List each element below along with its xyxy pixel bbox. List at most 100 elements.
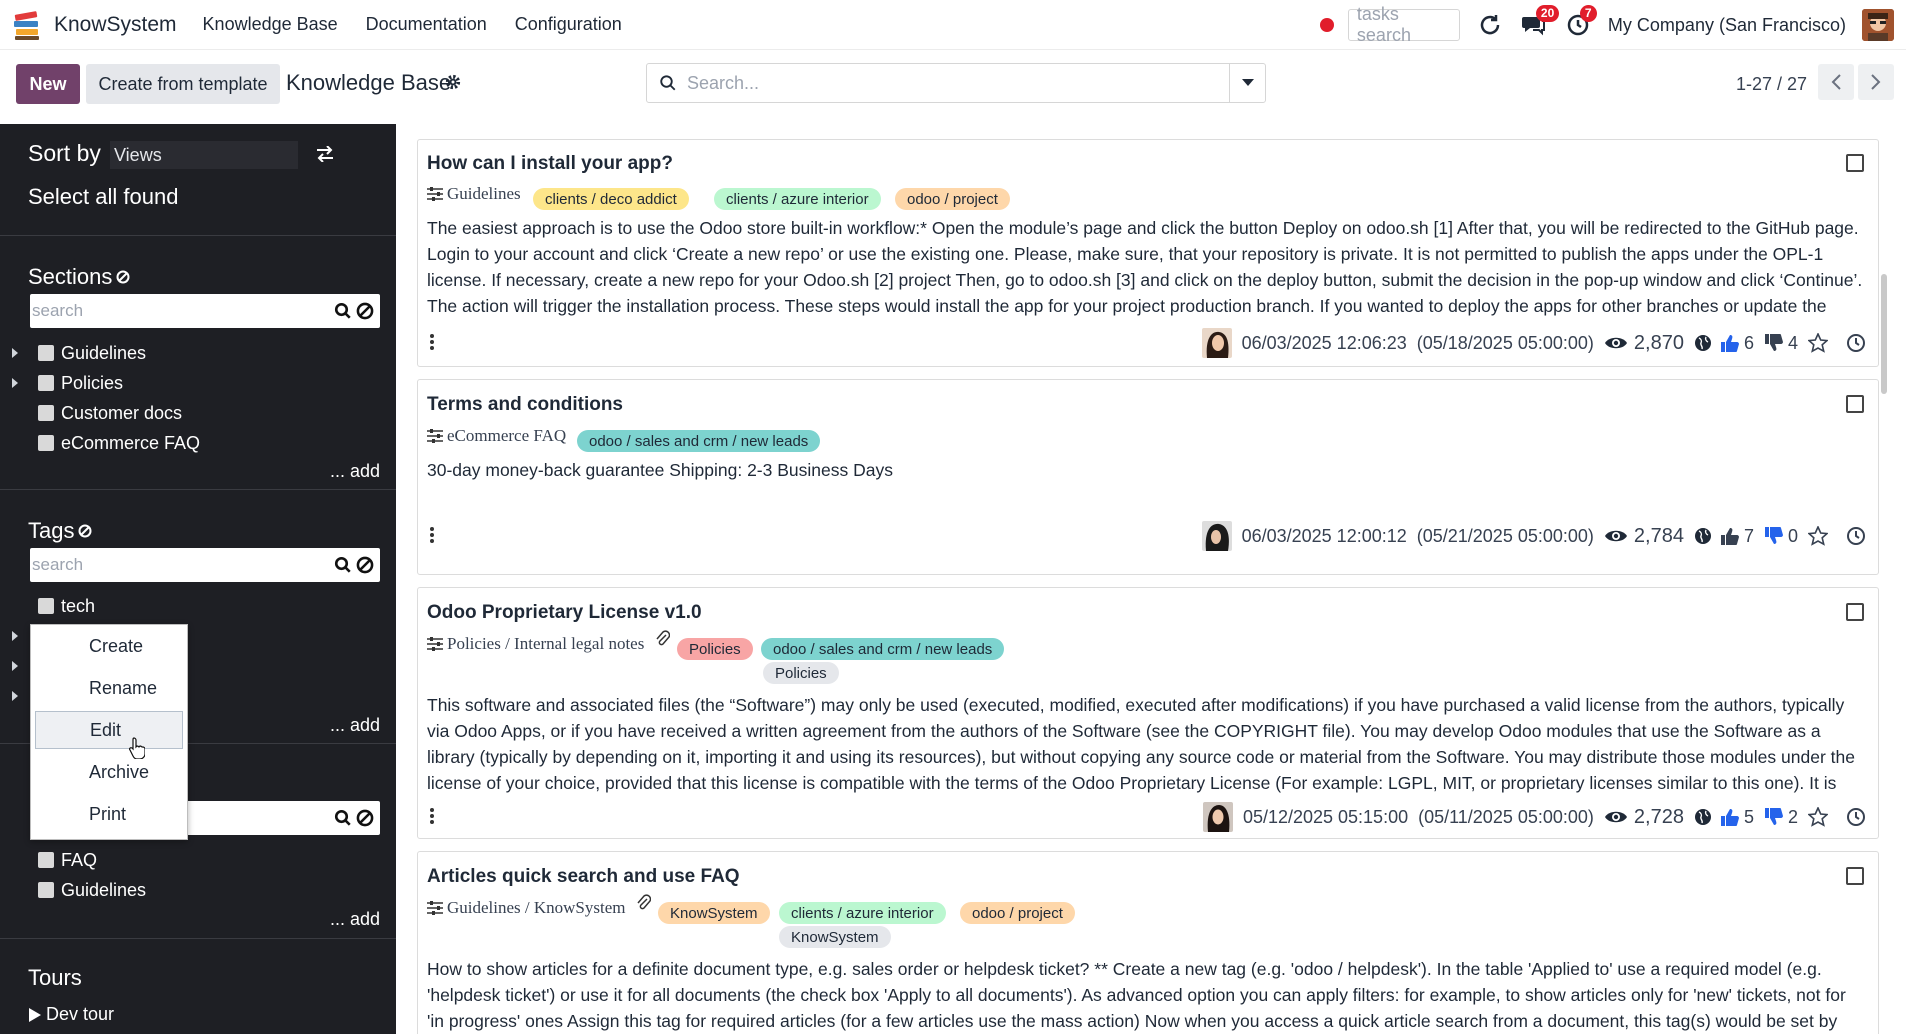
article-card[interactable]: Terms and conditions eCommerce FAQ odoo … bbox=[417, 379, 1879, 575]
article-review-date: (05/11/2025 05:00:00) bbox=[1418, 806, 1594, 827]
article-subtag[interactable]: KnowSystem bbox=[779, 926, 891, 948]
article-title[interactable]: Articles quick search and use FAQ bbox=[427, 866, 740, 888]
section-item-guidelines[interactable]: Guidelines bbox=[0, 338, 396, 368]
sections-search-input[interactable]: search bbox=[30, 294, 380, 328]
article-tag[interactable]: KnowSystem bbox=[658, 902, 770, 924]
add-type-link[interactable]: ... add bbox=[330, 909, 380, 930]
search-input[interactable]: Search... bbox=[687, 73, 759, 94]
kebab-menu-icon[interactable] bbox=[430, 808, 434, 826]
search-options-toggle[interactable] bbox=[1229, 64, 1265, 102]
type-label: Guidelines bbox=[61, 879, 147, 900]
article-select-checkbox[interactable] bbox=[1846, 603, 1864, 621]
checkbox[interactable] bbox=[38, 405, 54, 421]
sort-by-select[interactable]: Views bbox=[110, 141, 298, 169]
article-title[interactable]: Terms and conditions bbox=[427, 394, 623, 416]
refresh-icon[interactable] bbox=[1476, 11, 1504, 39]
article-select-checkbox[interactable] bbox=[1846, 154, 1864, 172]
article-meta: 06/03/2025 12:00:12 (05/21/2025 05:00:00… bbox=[1201, 521, 1866, 551]
article-section[interactable]: Guidelines / KnowSystem bbox=[427, 898, 626, 918]
article-select-checkbox[interactable] bbox=[1846, 867, 1864, 885]
menu-knowledge-base[interactable]: Knowledge Base bbox=[203, 14, 338, 35]
clock-icon bbox=[1847, 334, 1865, 352]
checkbox[interactable] bbox=[38, 375, 54, 391]
expand-caret-icon[interactable] bbox=[12, 691, 18, 701]
tour-item-dev-tour[interactable]: Dev tour bbox=[28, 1004, 114, 1025]
menu-configuration[interactable]: Configuration bbox=[515, 14, 622, 35]
article-preview-text: The easiest approach is to use the Odoo … bbox=[427, 218, 1863, 316]
article-tag[interactable]: odoo / project bbox=[960, 902, 1075, 924]
tags-search-placeholder: search bbox=[32, 555, 84, 574]
activities-clock-icon[interactable]: 7 bbox=[1564, 5, 1597, 39]
checkbox[interactable] bbox=[38, 852, 54, 868]
clear-icon bbox=[356, 809, 374, 827]
article-preview-text: 30-day money-back guarantee Shipping: 2-… bbox=[427, 460, 893, 480]
search-bar[interactable]: Search... bbox=[646, 63, 1266, 103]
context-menu-edit[interactable]: Edit bbox=[35, 711, 183, 749]
expand-caret-icon[interactable] bbox=[12, 631, 18, 641]
swap-order-icon[interactable] bbox=[316, 145, 334, 167]
section-item-customer-docs[interactable]: Customer docs bbox=[0, 398, 396, 428]
article-tag[interactable]: clients / deco addict bbox=[533, 188, 689, 210]
checkbox[interactable] bbox=[38, 435, 54, 451]
article-section[interactable]: eCommerce FAQ bbox=[427, 426, 566, 446]
context-menu-create[interactable]: Create bbox=[35, 627, 183, 665]
article-title[interactable]: How can I install your app? bbox=[427, 153, 673, 175]
new-button[interactable]: New bbox=[16, 64, 80, 104]
pager-next-button[interactable] bbox=[1858, 64, 1894, 100]
article-card[interactable]: Articles quick search and use FAQ Guidel… bbox=[417, 851, 1879, 1034]
expand-caret-icon[interactable] bbox=[12, 348, 18, 358]
add-tag-link[interactable]: ... add bbox=[330, 715, 380, 736]
article-meta: 06/03/2025 12:06:23 (05/18/2025 05:00:00… bbox=[1201, 328, 1866, 358]
article-subtag[interactable]: Policies bbox=[763, 662, 839, 684]
article-tag[interactable]: odoo / sales and crm / new leads bbox=[761, 638, 1005, 660]
add-section-link[interactable]: ... add bbox=[330, 461, 380, 482]
chevron-right-icon bbox=[1871, 74, 1881, 90]
clock-icon bbox=[1847, 527, 1865, 545]
article-tag[interactable]: Policies bbox=[677, 638, 753, 660]
context-menu-rename[interactable]: Rename bbox=[35, 669, 183, 707]
company-switcher[interactable]: My Company (San Francisco) bbox=[1608, 15, 1846, 36]
checkbox[interactable] bbox=[38, 882, 54, 898]
article-card[interactable]: How can I install your app? Guidelines c… bbox=[417, 139, 1879, 367]
type-item-faq[interactable]: FAQ bbox=[0, 845, 396, 875]
record-indicator-icon[interactable] bbox=[1319, 18, 1334, 32]
expand-caret-icon[interactable] bbox=[12, 661, 18, 671]
article-section-label: Guidelines / KnowSystem bbox=[447, 898, 626, 917]
article-tag[interactable]: odoo / sales and crm / new leads bbox=[577, 430, 821, 452]
expand-caret-icon[interactable] bbox=[12, 378, 18, 388]
context-menu-print[interactable]: Print bbox=[35, 795, 183, 833]
pager-previous-button[interactable] bbox=[1818, 64, 1854, 100]
article-tag[interactable]: clients / azure interior bbox=[779, 902, 946, 924]
article-select-checkbox[interactable] bbox=[1846, 395, 1864, 413]
article-section-label: eCommerce FAQ bbox=[447, 426, 567, 445]
article-tag[interactable]: clients / azure interior bbox=[714, 188, 881, 210]
clear-tags-icon[interactable] bbox=[78, 524, 92, 543]
article-tag[interactable]: odoo / project bbox=[895, 188, 1010, 210]
create-from-template-button[interactable]: Create from template bbox=[86, 64, 280, 104]
article-section[interactable]: Policies / Internal legal notes bbox=[427, 634, 644, 654]
kebab-menu-icon[interactable] bbox=[430, 334, 434, 352]
menu-documentation[interactable]: Documentation bbox=[366, 14, 487, 35]
list-scrollbar[interactable] bbox=[1881, 274, 1887, 394]
section-item-ecommerce-faq[interactable]: eCommerce FAQ bbox=[0, 428, 396, 458]
messages-icon[interactable]: 20 bbox=[1520, 5, 1560, 39]
tags-search-input[interactable]: search bbox=[30, 548, 380, 582]
type-item-guidelines[interactable]: Guidelines bbox=[0, 875, 396, 905]
tag-item-tech[interactable]: tech bbox=[0, 591, 396, 621]
clear-sections-icon[interactable] bbox=[116, 270, 130, 289]
caret-down-icon bbox=[1241, 79, 1254, 86]
tasks-search-input[interactable]: tasks search bbox=[1347, 4, 1460, 45]
context-menu-archive[interactable]: Archive bbox=[35, 753, 183, 791]
select-all-found-link[interactable]: Select all found bbox=[28, 184, 178, 210]
gear-icon[interactable] bbox=[444, 73, 462, 96]
article-section[interactable]: Guidelines bbox=[427, 184, 521, 204]
checkbox[interactable] bbox=[38, 345, 54, 361]
user-avatar[interactable] bbox=[1862, 9, 1894, 41]
article-card[interactable]: Odoo Proprietary License v1.0 Policies /… bbox=[417, 587, 1879, 839]
kebab-menu-icon[interactable] bbox=[430, 527, 434, 545]
pager-value[interactable]: 1-27 / 27 bbox=[1736, 74, 1807, 95]
brand[interactable]: KnowSystem bbox=[12, 9, 177, 41]
section-item-policies[interactable]: Policies bbox=[0, 368, 396, 398]
article-title[interactable]: Odoo Proprietary License v1.0 bbox=[427, 602, 702, 624]
checkbox[interactable] bbox=[38, 598, 54, 614]
